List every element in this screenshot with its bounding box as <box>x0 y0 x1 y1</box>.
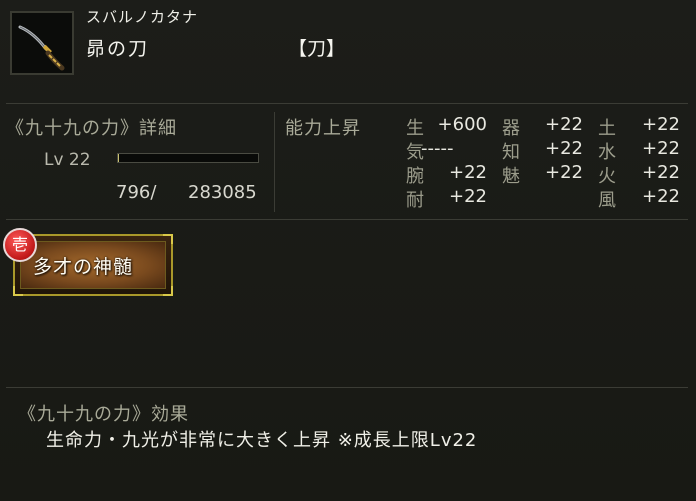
stat-value: +22 <box>449 162 487 183</box>
skill-button[interactable]: 多才の神髄 <box>13 234 173 296</box>
stat-value: +22 <box>642 114 680 135</box>
skill-label: 多才の神髄 <box>33 256 134 278</box>
exp-total: 283085 <box>188 182 257 203</box>
stat-value: +22 <box>642 186 680 207</box>
exp-current: 796/ <box>116 182 157 203</box>
exp-progress-bar <box>117 153 259 163</box>
growth-title: 《九十九の力》詳細 <box>6 118 177 139</box>
stat-value: +22 <box>545 162 583 183</box>
stat-value: +22 <box>642 138 680 159</box>
stat-value: +22 <box>449 186 487 207</box>
level-label: Lv 22 <box>44 150 91 170</box>
effect-title: 《九十九の力》効果 <box>18 404 189 425</box>
katana-icon <box>18 25 65 71</box>
item-detail-panel: スバルノカタナ 昴の刀 【刀】 《九十九の力》詳細 Lv 22 796/ 283… <box>0 0 696 501</box>
corner-ornament <box>163 286 173 296</box>
item-kana-name: スバルノカタナ <box>86 8 199 26</box>
divider-bottom <box>6 387 688 388</box>
item-name: 昴の刀 <box>86 38 150 60</box>
stat-value: +22 <box>642 162 680 183</box>
corner-ornament <box>163 234 173 244</box>
rank-badge-text: 壱 <box>11 235 28 254</box>
corner-ornament <box>13 286 23 296</box>
stat-value: +600 <box>437 114 487 135</box>
divider-top <box>6 103 688 104</box>
section-divider <box>274 112 275 212</box>
stat-value: ----- <box>421 138 454 159</box>
divider-middle <box>6 219 688 220</box>
effect-text: 生命力・九光が非常に大きく上昇 ※成長上限Lv22 <box>46 430 478 451</box>
stat-value: +22 <box>545 114 583 135</box>
item-icon-frame <box>10 11 74 75</box>
stat-value: +22 <box>545 138 583 159</box>
ability-title: 能力上昇 <box>285 118 361 139</box>
rank-badge: 壱 <box>3 228 37 262</box>
item-type: 【刀】 <box>288 38 346 60</box>
